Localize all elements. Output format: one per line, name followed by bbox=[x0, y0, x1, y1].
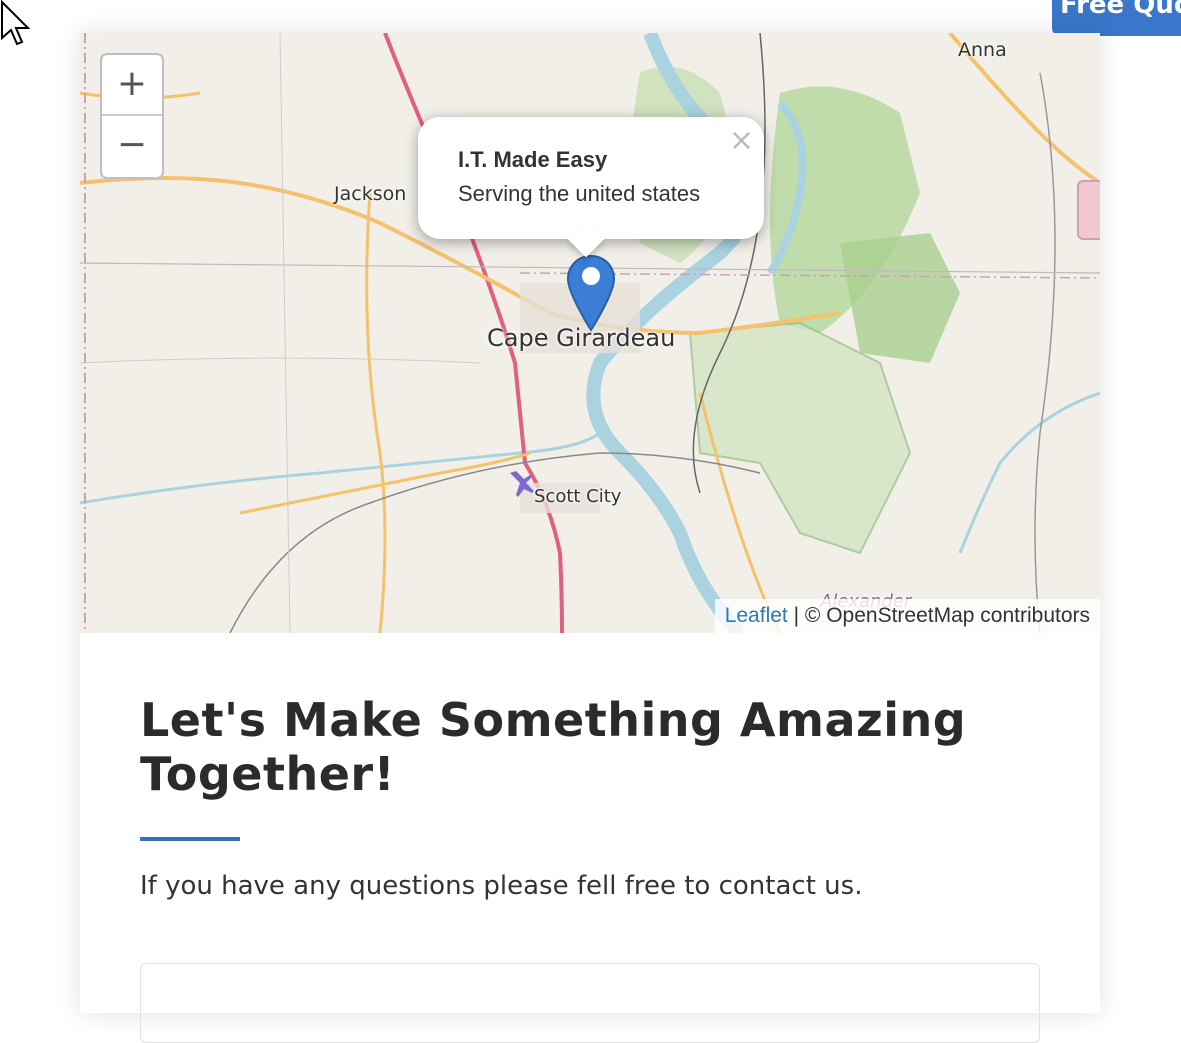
popup-close-button[interactable]: × bbox=[729, 123, 754, 158]
contact-heading: Let's Make Something Amazing Together! bbox=[140, 693, 967, 801]
leaflet-link[interactable]: Leaflet bbox=[725, 604, 788, 627]
map-label-jackson: Jackson bbox=[334, 183, 407, 205]
zoom-in-button[interactable]: + bbox=[102, 55, 162, 116]
contact-card: Jackson Anna Cape Girardeau Scott City A… bbox=[80, 33, 1100, 1043]
zoom-control: + − bbox=[100, 53, 164, 179]
map-attribution: Leaflet | © OpenStreetMap contributors bbox=[714, 599, 1100, 633]
heading-underline bbox=[140, 837, 240, 841]
popup-text: Serving the united states bbox=[458, 181, 701, 206]
zoom-out-button[interactable]: − bbox=[102, 116, 162, 176]
free-quote-button[interactable]: Free Quote bbox=[1052, 0, 1181, 36]
contact-subtext: If you have any questions please fell fr… bbox=[140, 871, 863, 901]
contact-section: Let's Make Something Amazing Together! I… bbox=[140, 693, 1040, 901]
mouse-cursor-icon bbox=[1, 0, 30, 46]
map-label-scott-city: Scott City bbox=[534, 486, 622, 507]
contact-form-box[interactable] bbox=[140, 963, 1040, 1043]
map-popup: × I.T. Made Easy Serving the united stat… bbox=[418, 117, 764, 258]
popup-title: I.T. Made Easy bbox=[458, 147, 608, 172]
attribution-text: | © OpenStreetMap contributors bbox=[787, 604, 1090, 627]
location-marker-icon[interactable] bbox=[566, 254, 616, 334]
location-map[interactable]: Jackson Anna Cape Girardeau Scott City A… bbox=[80, 33, 1100, 633]
map-label-anna: Anna bbox=[958, 39, 1007, 61]
